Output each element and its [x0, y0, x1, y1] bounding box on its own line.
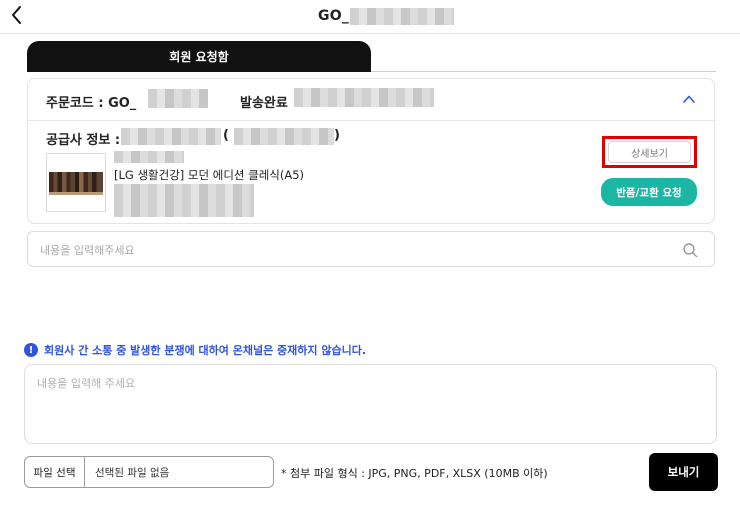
dispute-notice: ! 회원사 간 소통 중 발생한 분쟁에 대하여 온채널은 중재하지 않습니다.: [24, 342, 366, 358]
file-name-display: 선택된 파일 없음: [85, 457, 169, 487]
search-icon[interactable]: [682, 242, 698, 258]
return-exchange-button[interactable]: 반품/교환 요청: [601, 178, 697, 206]
detail-button-highlight[interactable]: 상세보기: [602, 136, 697, 168]
file-picker[interactable]: 파일 선택 선택된 파일 없음: [24, 456, 274, 488]
send-button[interactable]: 보내기: [649, 453, 718, 491]
chevron-up-icon[interactable]: [682, 93, 696, 105]
redacted-supplier-contact: [234, 128, 334, 145]
redacted-product-detail: [114, 184, 254, 217]
supplier-label: 공급사 정보 :: [46, 133, 121, 148]
back-button[interactable]: [6, 3, 28, 27]
file-format-hint: * 첨부 파일 형식 : JPG, PNG, PDF, XLSX (10MB 이…: [281, 467, 548, 480]
search-box: [27, 231, 715, 267]
product-thumbnail: [46, 153, 106, 212]
page-title-text: GO_: [318, 8, 349, 24]
tab-divider: [371, 71, 716, 72]
detail-button[interactable]: 상세보기: [608, 141, 691, 163]
redacted-order-id: [350, 7, 454, 25]
send-button-label: 보내기: [667, 465, 700, 479]
file-select-label: 파일 선택: [33, 466, 76, 479]
page-title: GO_: [318, 6, 454, 26]
message-textarea[interactable]: [24, 364, 717, 444]
supplier-paren-open: (: [223, 128, 229, 143]
file-select-button[interactable]: 파일 선택: [25, 457, 85, 487]
no-file-text: 선택된 파일 없음: [95, 466, 170, 479]
redacted-product-meta: [114, 151, 184, 163]
top-bar: GO_: [0, 0, 740, 34]
tab-member-inbox-label: 회원 요청함: [169, 50, 229, 64]
info-icon: !: [24, 343, 38, 357]
order-status: 발송완료: [240, 96, 288, 111]
product-name: [LG 생활건강] 모던 에디션 클레식(A5): [114, 168, 305, 182]
tab-member-inbox[interactable]: 회원 요청함: [27, 41, 371, 72]
supplier-paren-close: ): [334, 128, 340, 143]
detail-button-label: 상세보기: [631, 148, 668, 160]
redacted-supplier-name: [121, 128, 221, 145]
order-card-header: 주문코드 : GO_ 발송완료: [28, 79, 714, 121]
product-image: [49, 172, 103, 192]
return-exchange-button-label: 반품/교환 요청: [616, 186, 682, 199]
dispute-notice-text: 회원사 간 소통 중 발생한 분쟁에 대하여 온채널은 중재하지 않습니다.: [44, 344, 367, 357]
product-image-shelf: [49, 192, 103, 195]
redacted-status-detail: [294, 88, 434, 107]
redacted-order-code: [148, 89, 208, 108]
order-code-label: 주문코드 : GO_: [46, 96, 137, 111]
order-card: 주문코드 : GO_ 발송완료 공급사 정보 : ( ) [LG 생활건강] 모…: [27, 78, 715, 224]
search-input[interactable]: [40, 240, 660, 260]
chevron-left-icon: [12, 6, 21, 24]
